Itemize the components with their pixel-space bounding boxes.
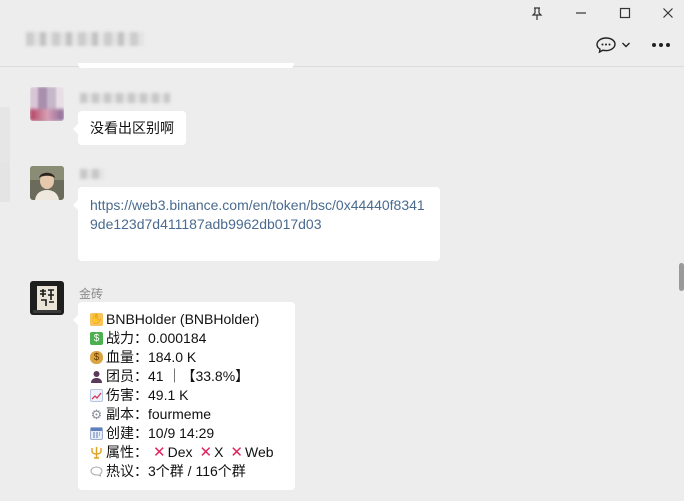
money-icon: $ [90, 332, 103, 345]
dungeon-line: ⚙ 副本： fourmeme [90, 406, 212, 422]
damage-line: 伤害： 49.1 K [90, 386, 274, 405]
attributes-line: 属性： ✕ Dex ✕ X ✕ Web [90, 443, 274, 462]
message-text: 没看出区别啊 [90, 120, 174, 136]
chat-bubble-icon[interactable] [593, 34, 633, 56]
token-info-lines: ✋ BNBHolder (BNBHolder) $ 战力： 0.000184 $ … [90, 310, 274, 481]
cross-mark-icon: ✕ [153, 444, 166, 461]
cross-mark-icon: ✕ [199, 444, 213, 461]
avatar[interactable] [30, 281, 64, 315]
more-icon[interactable] [649, 34, 673, 56]
chat-header [0, 0, 684, 67]
maximize-icon[interactable] [615, 4, 635, 22]
members-line: 团员： 41 ｜【33.8%】 [90, 367, 274, 386]
message-bubble[interactable]: https://web3.binance.com/en/token/bsc/0x… [73, 187, 440, 261]
message-selection-strip [0, 162, 10, 202]
chat-title-blurred [26, 32, 144, 46]
trending-line: 热议： 3个群 / 116个群 [90, 462, 274, 481]
chat-window: 没看出区别啊 https://web3.binance.com/en/token… [0, 0, 684, 501]
chart-icon [90, 389, 103, 402]
gear-icon: ⚙ [90, 407, 103, 422]
pin-icon[interactable] [527, 4, 547, 22]
previous-message-bubble [78, 63, 294, 68]
created-line: 创建： 10/9 14:29 [90, 424, 274, 443]
avatar[interactable] [30, 166, 64, 200]
token-info-card[interactable]: ✋ BNBHolder (BNBHolder) $ 战力： 0.000184 $ … [73, 302, 295, 490]
avatar[interactable] [30, 87, 64, 121]
trident-icon [90, 446, 103, 459]
minimize-icon[interactable] [571, 4, 591, 22]
close-icon[interactable] [658, 4, 678, 22]
hand-icon: ✋ [90, 313, 103, 326]
message-list[interactable]: 没看出区别啊 https://web3.binance.com/en/token… [0, 63, 684, 501]
health-line: $ 血量： 184.0 K [90, 348, 274, 367]
speech-icon [90, 465, 103, 478]
sender-name-blurred [80, 169, 104, 179]
cross-mark-icon: ✕ [230, 444, 243, 461]
message-bubble[interactable]: 没看出区别啊 [73, 111, 186, 145]
calendar-icon [90, 427, 103, 440]
power-line: $ 战力： 0.000184 [90, 329, 274, 348]
money-bag-icon: $ [90, 351, 103, 364]
token-name-line: ✋ BNBHolder (BNBHolder) [90, 311, 260, 327]
sender-name: 金砖 [79, 287, 104, 301]
person-icon [90, 370, 103, 383]
sender-name-blurred [80, 93, 170, 103]
scrollbar-thumb[interactable] [679, 263, 684, 291]
message-link[interactable]: https://web3.binance.com/en/token/bsc/0x… [90, 196, 432, 234]
